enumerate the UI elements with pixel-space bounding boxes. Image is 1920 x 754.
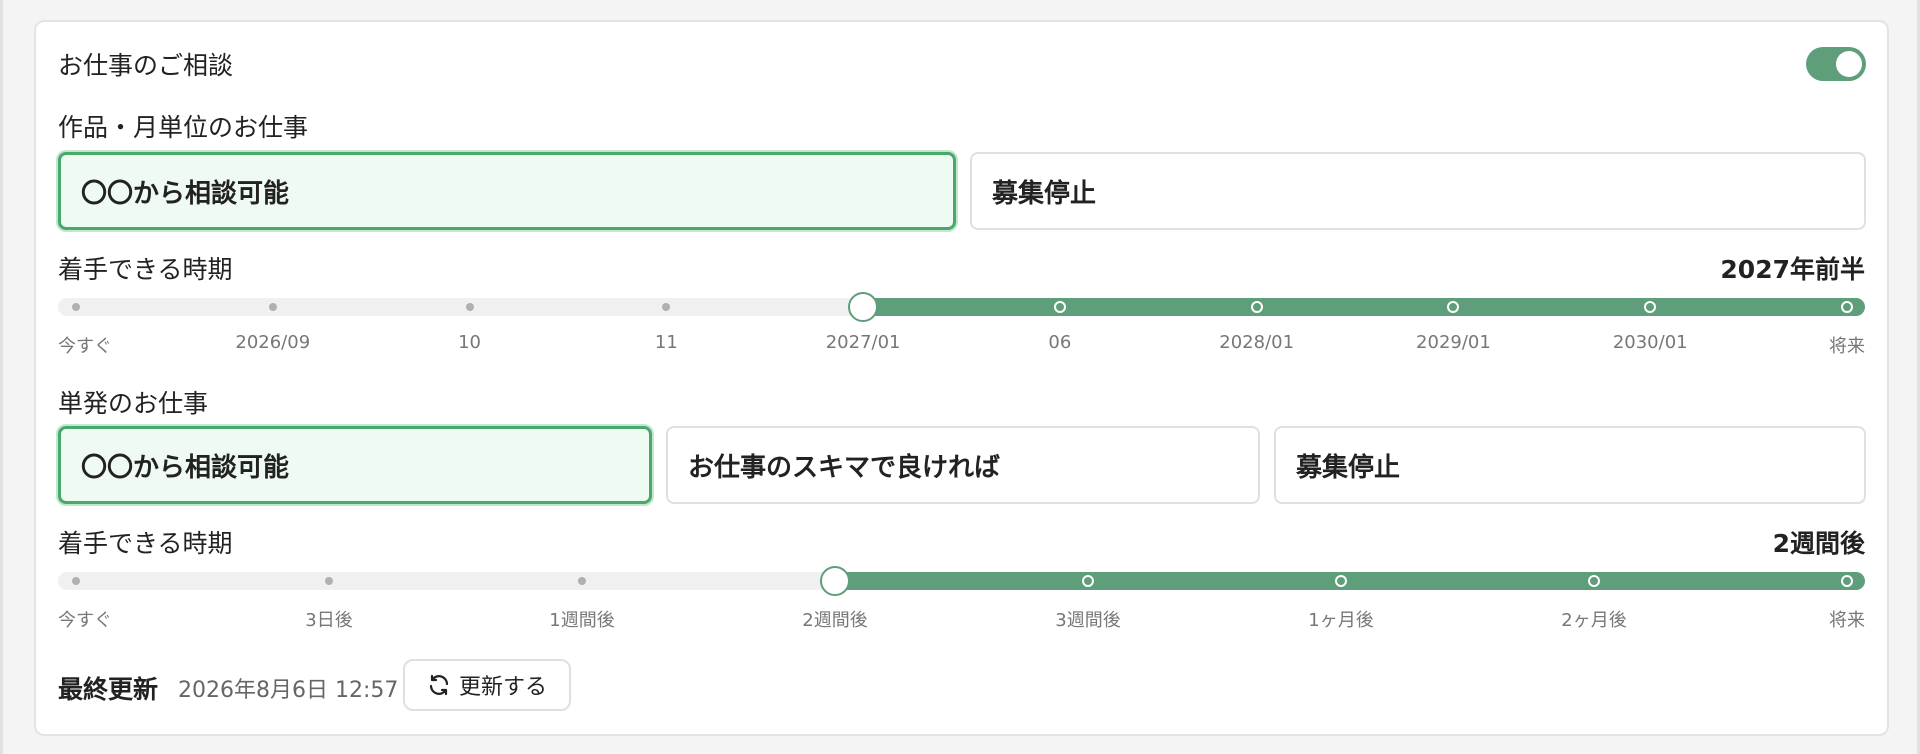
single-period-label: 着手できる時期 bbox=[58, 529, 233, 558]
slider-tick-label-project: 2026/09 bbox=[235, 332, 311, 353]
single-work-title: 単発のお仕事 bbox=[58, 389, 209, 418]
option-label: 〇〇から相談可能 bbox=[81, 178, 290, 209]
option-label: 〇〇から相談可能 bbox=[81, 452, 290, 483]
slider-step-dot[interactable] bbox=[325, 577, 333, 585]
slider-tick-label-single: 1週間後 bbox=[549, 610, 615, 631]
single-period-value: 2週間後 bbox=[1772, 529, 1865, 558]
slider-tick-label-project: 今すぐ bbox=[58, 336, 112, 357]
option-label: 募集停止 bbox=[1296, 452, 1401, 483]
slider-step-dot[interactable] bbox=[578, 577, 586, 585]
single-option-stop[interactable]: 募集停止 bbox=[1274, 426, 1866, 504]
last-updated-label: 最終更新 bbox=[58, 675, 159, 704]
slider-tick-label-project: 10 bbox=[458, 332, 481, 353]
slider-tick-label-single: 将来 bbox=[1829, 610, 1865, 631]
slider-tick-label-single: 今すぐ bbox=[58, 610, 112, 631]
slider-tick-label-single: 3日後 bbox=[305, 610, 353, 631]
slider-step-dot[interactable] bbox=[465, 303, 474, 311]
slider-tick-label-project: 11 bbox=[654, 332, 678, 353]
project-work-title: 作品・月単位のお仕事 bbox=[58, 113, 309, 142]
refresh-button[interactable]: 更新する bbox=[403, 659, 571, 711]
slider-tick-label-project: 将来 bbox=[1829, 336, 1865, 357]
slider-step-dot[interactable] bbox=[1841, 301, 1853, 313]
slider-tick-label-project: 2030/01 bbox=[1612, 332, 1688, 353]
option-label: 募集停止 bbox=[992, 178, 1097, 209]
consultation-toggle[interactable] bbox=[1806, 47, 1866, 81]
slider-tick-label-project: 06 bbox=[1048, 332, 1072, 353]
slider-tick-label-project: 2027/01 bbox=[825, 332, 901, 353]
work-consultation-panel: お仕事のご相談 作品・月単位のお仕事 〇〇から相談可能 募集停止 着手できる時期… bbox=[34, 20, 1889, 736]
project-option-available[interactable]: 〇〇から相談可能 bbox=[58, 152, 956, 230]
slider-tick-label-project: 2028/01 bbox=[1219, 332, 1295, 353]
slider-handle[interactable] bbox=[848, 292, 879, 322]
slider-fill bbox=[863, 298, 1865, 316]
option-label: お仕事のスキマで良ければ bbox=[688, 452, 1001, 483]
slider-tick-label-single: 1ヶ月後 bbox=[1308, 610, 1374, 631]
single-option-spare-time[interactable]: お仕事のスキマで良ければ bbox=[666, 426, 1260, 504]
slider-step-dot[interactable] bbox=[268, 303, 277, 311]
slider-tick-label-single: 2ヶ月後 bbox=[1561, 610, 1627, 631]
toggle-knob bbox=[1836, 51, 1862, 77]
project-period-value: 2027年前半 bbox=[1720, 255, 1865, 284]
slider-step-dot[interactable] bbox=[1335, 575, 1347, 587]
slider-handle[interactable] bbox=[820, 566, 850, 596]
panel-title: お仕事のご相談 bbox=[58, 51, 234, 80]
slider-step-dot[interactable] bbox=[1053, 301, 1066, 313]
project-period-slider[interactable] bbox=[58, 292, 1865, 322]
slider-step-dot[interactable] bbox=[72, 577, 80, 585]
last-updated-date: 2026年8月6日 12:57 bbox=[178, 678, 399, 703]
slider-step-dot[interactable] bbox=[1082, 575, 1094, 587]
single-option-available[interactable]: 〇〇から相談可能 bbox=[58, 426, 652, 504]
refresh-button-label: 更新する bbox=[458, 675, 547, 700]
slider-step-dot[interactable] bbox=[72, 303, 80, 311]
slider-step-dot[interactable] bbox=[1841, 575, 1853, 587]
refresh-icon bbox=[429, 674, 449, 696]
slider-step-dot[interactable] bbox=[1588, 575, 1600, 587]
slider-tick-label-single: 3週間後 bbox=[1055, 610, 1121, 631]
project-period-label: 着手できる時期 bbox=[58, 255, 233, 284]
slider-tick-label-project: 2029/01 bbox=[1416, 332, 1491, 353]
slider-tick-label-single: 2週間後 bbox=[802, 610, 868, 631]
project-option-stop[interactable]: 募集停止 bbox=[970, 152, 1866, 230]
slider-step-dot[interactable] bbox=[1250, 301, 1263, 313]
slider-fill bbox=[835, 572, 1865, 590]
single-period-slider[interactable] bbox=[58, 566, 1865, 596]
window-edge-left bbox=[0, 0, 3, 754]
